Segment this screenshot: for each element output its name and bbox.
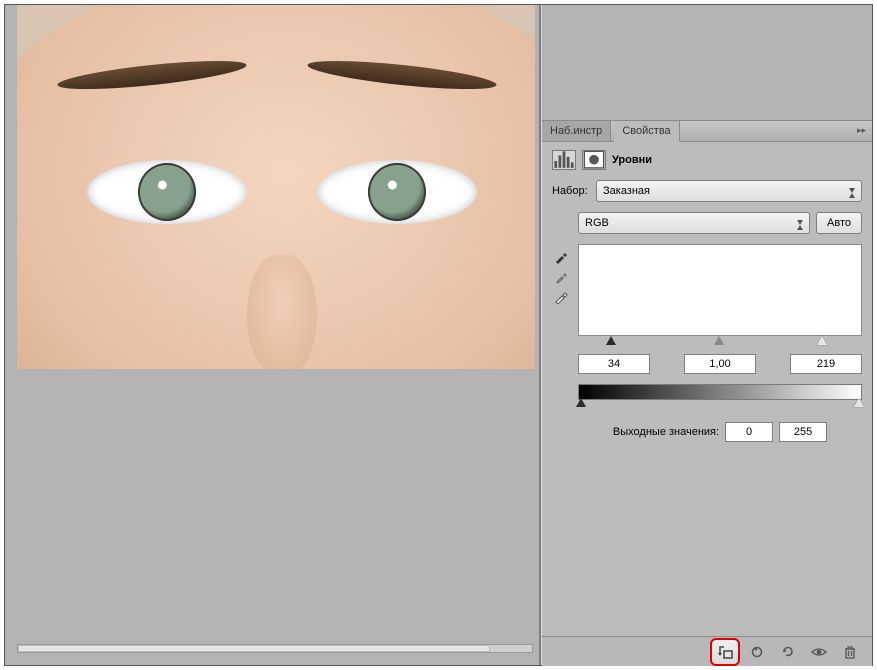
histogram-display[interactable]: [578, 244, 862, 336]
properties-panel: Наб.инстр Свойства ▸▸ Уровни: [542, 120, 872, 666]
eyedropper-gray-icon[interactable]: [554, 270, 568, 284]
visibility-button[interactable]: [805, 639, 833, 665]
preset-value: Заказная: [603, 185, 650, 197]
right-panel-area: Наб.инстр Свойства ▸▸ Уровни: [542, 5, 872, 665]
tab-tool-presets[interactable]: Наб.инстр: [542, 121, 611, 141]
preset-select[interactable]: Заказная: [596, 180, 862, 202]
tab-properties[interactable]: Свойства: [614, 121, 679, 142]
channel-select[interactable]: RGB: [578, 212, 810, 234]
eyedropper-black-icon[interactable]: [554, 250, 568, 264]
output-white-handle[interactable]: [854, 398, 864, 407]
reset-button[interactable]: [774, 639, 802, 665]
flyout-menu-icon[interactable]: ▸▸: [857, 125, 866, 136]
image-content: [247, 255, 317, 369]
output-black-field[interactable]: 0: [725, 422, 773, 442]
mask-icon: [582, 150, 606, 170]
output-black-handle[interactable]: [576, 398, 586, 407]
input-black-field[interactable]: 34: [578, 354, 650, 374]
output-gradient: [578, 384, 862, 400]
channel-value: RGB: [585, 217, 609, 229]
input-gamma-field[interactable]: 1,00: [684, 354, 756, 374]
horizontal-scrollbar[interactable]: [17, 644, 533, 653]
document-canvas[interactable]: [17, 5, 535, 369]
scrollbar-thumb[interactable]: [18, 645, 490, 652]
midtone-slider-handle[interactable]: [714, 336, 724, 345]
previous-state-button[interactable]: [743, 639, 771, 665]
shadow-slider-handle[interactable]: [606, 336, 616, 345]
auto-button[interactable]: Авто: [816, 212, 862, 234]
eyedropper-white-icon[interactable]: [554, 290, 568, 304]
properties-footer: [542, 636, 872, 666]
properties-body: Уровни Набор: Заказная RGB: [542, 142, 872, 442]
clip-to-layer-button[interactable]: [710, 638, 740, 666]
canvas-area: [5, 5, 539, 665]
chevron-updown-icon: [849, 188, 855, 198]
image-content: [87, 160, 247, 224]
preset-label: Набор:: [552, 185, 590, 197]
input-levels-slider[interactable]: [578, 338, 862, 348]
output-levels-slider[interactable]: [578, 400, 862, 410]
histogram-icon: [552, 150, 576, 170]
trash-button[interactable]: [836, 639, 864, 665]
image-content: [317, 160, 477, 224]
output-label: Выходные значения:: [613, 426, 719, 438]
highlight-slider-handle[interactable]: [817, 336, 827, 345]
output-white-field[interactable]: 255: [779, 422, 827, 442]
panel-tab-row: Наб.инстр Свойства ▸▸: [542, 121, 872, 142]
adjustment-title: Уровни: [612, 154, 652, 166]
input-white-field[interactable]: 219: [790, 354, 862, 374]
chevron-updown-icon: [797, 220, 803, 230]
